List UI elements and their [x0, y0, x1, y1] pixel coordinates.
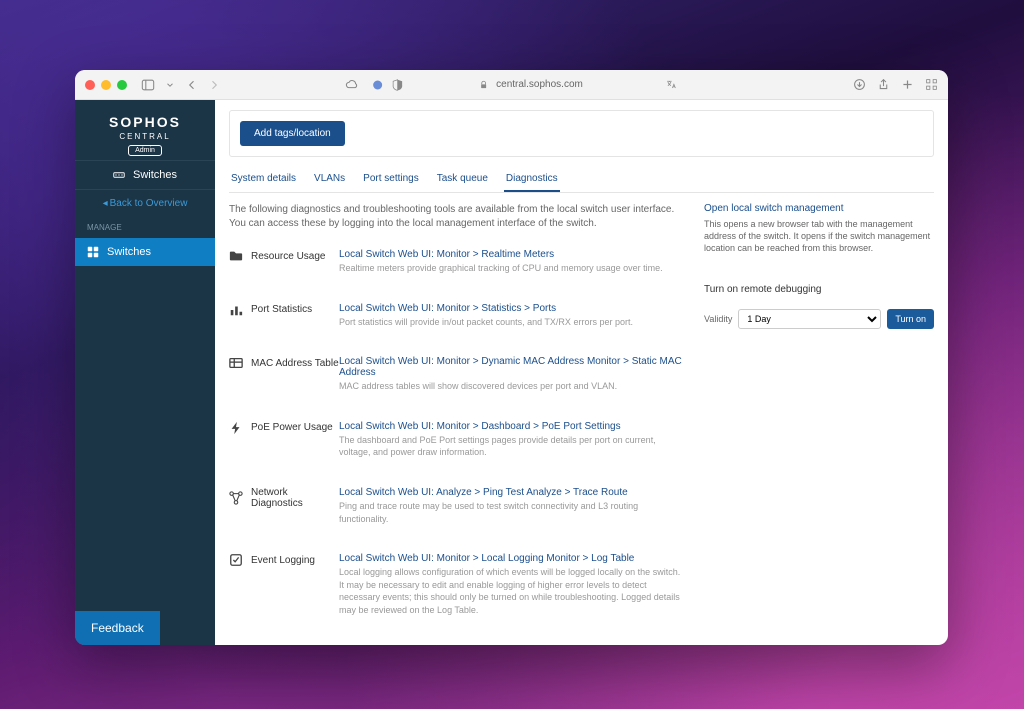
- forward-button[interactable]: [207, 78, 221, 92]
- checkbox-icon: [229, 553, 243, 567]
- minimize-window-button[interactable]: [101, 80, 111, 90]
- add-tags-button[interactable]: Add tags/location: [240, 121, 345, 146]
- diag-mac-table: MAC Address Table Local Switch Web UI: M…: [229, 356, 684, 393]
- new-tab-icon[interactable]: [900, 78, 914, 92]
- diag-desc: The dashboard and PoE Port settings page…: [339, 434, 684, 459]
- diag-link[interactable]: Local Switch Web UI: Monitor > Realtime …: [339, 249, 554, 260]
- diag-port-statistics: Port Statistics Local Switch Web UI: Mon…: [229, 303, 684, 329]
- sidebar: SOPHOS CENTRAL Admin Switches ◂Back to O…: [75, 100, 215, 645]
- close-window-button[interactable]: [85, 80, 95, 90]
- tab-task-queue[interactable]: Task queue: [435, 167, 490, 192]
- diag-network: Network Diagnostics Local Switch Web UI:…: [229, 487, 684, 525]
- open-local-mgmt-link[interactable]: Open local switch management: [704, 203, 934, 214]
- brand-logo: SOPHOS CENTRAL Admin: [75, 100, 215, 160]
- tab-system-details[interactable]: System details: [229, 167, 298, 192]
- turn-on-button[interactable]: Turn on: [887, 309, 934, 329]
- network-icon: [229, 491, 243, 505]
- diag-link[interactable]: Local Switch Web UI: Monitor > Statistic…: [339, 303, 556, 314]
- diag-link[interactable]: Local Switch Web UI: Monitor > Dashboard…: [339, 421, 621, 432]
- feedback-button[interactable]: Feedback: [75, 611, 160, 645]
- extension-1-icon[interactable]: [370, 78, 384, 92]
- tab-bar: System details VLANs Port settings Task …: [229, 167, 934, 193]
- grid-icon: [87, 246, 99, 258]
- maximize-window-button[interactable]: [117, 80, 127, 90]
- diag-link[interactable]: Local Switch Web UI: Monitor > Local Log…: [339, 553, 634, 564]
- sidebar-item-label: Switches: [133, 169, 177, 181]
- chevron-down-icon[interactable]: [163, 78, 177, 92]
- tab-vlans[interactable]: VLANs: [312, 167, 347, 192]
- lightning-icon: [229, 421, 243, 435]
- bar-chart-icon: [229, 303, 243, 317]
- back-to-overview-link[interactable]: ◂Back to Overview: [75, 190, 215, 217]
- cloud-icon[interactable]: [344, 78, 358, 92]
- intro-text: The following diagnostics and troublesho…: [229, 203, 684, 231]
- diag-desc: Port statistics will provide in/out pack…: [339, 316, 684, 329]
- lock-icon: [476, 78, 490, 92]
- address-url[interactable]: central.sophos.com: [496, 79, 583, 90]
- validity-label: Validity: [704, 314, 732, 324]
- main-content: Add tags/location System details VLANs P…: [215, 100, 948, 645]
- download-icon[interactable]: [852, 78, 866, 92]
- sidebar-section-label: MANAGE: [75, 217, 215, 238]
- diag-desc: Ping and trace route may be used to test…: [339, 500, 684, 525]
- diag-link[interactable]: Local Switch Web UI: Analyze > Ping Test…: [339, 487, 628, 498]
- diag-desc: MAC address tables will show discovered …: [339, 380, 684, 393]
- diag-resource-usage: Resource Usage Local Switch Web UI: Moni…: [229, 249, 684, 275]
- diag-desc: Local logging allows configuration of wh…: [339, 566, 684, 616]
- sidebar-toggle-icon[interactable]: [141, 78, 155, 92]
- titlebar: central.sophos.com: [75, 70, 948, 100]
- switch-icon: [113, 169, 125, 181]
- tab-diagnostics[interactable]: Diagnostics: [504, 167, 560, 192]
- table-icon: [229, 356, 243, 370]
- folder-icon: [229, 249, 243, 263]
- remote-debug-title: Turn on remote debugging: [704, 284, 934, 295]
- share-icon[interactable]: [876, 78, 890, 92]
- tab-port-settings[interactable]: Port settings: [361, 167, 421, 192]
- action-bar: Add tags/location: [229, 110, 934, 157]
- back-button[interactable]: [185, 78, 199, 92]
- browser-window: central.sophos.com SOPHOS CE: [75, 70, 948, 645]
- diag-link[interactable]: Local Switch Web UI: Monitor > Dynamic M…: [339, 356, 684, 378]
- diag-desc: Realtime meters provide graphical tracki…: [339, 262, 684, 275]
- sidebar-item-switches-active[interactable]: Switches: [75, 238, 215, 266]
- mgmt-desc-text: This opens a new browser tab with the ma…: [704, 218, 934, 254]
- window-controls: [85, 80, 127, 90]
- sidebar-item-switches-top[interactable]: Switches: [75, 160, 215, 190]
- shield-half-icon[interactable]: [390, 78, 404, 92]
- diag-event-log: Event Logging Local Switch Web UI: Monit…: [229, 553, 684, 616]
- tabs-overview-icon[interactable]: [924, 78, 938, 92]
- translate-icon[interactable]: [665, 78, 679, 92]
- validity-select[interactable]: 1 Day: [738, 309, 881, 329]
- sidebar-item-label: Switches: [107, 246, 151, 258]
- diag-poe: PoE Power Usage Local Switch Web UI: Mon…: [229, 421, 684, 459]
